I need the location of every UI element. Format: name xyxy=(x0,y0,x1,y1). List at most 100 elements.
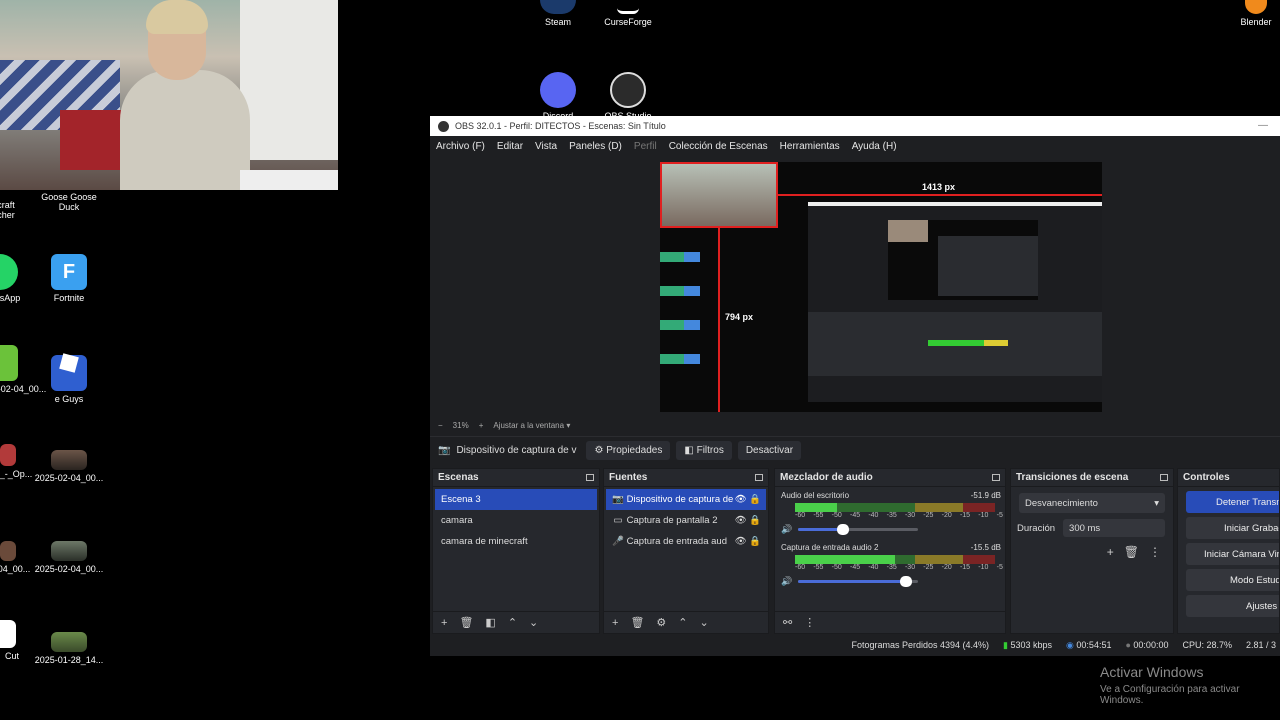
steam-icon[interactable]: Steam xyxy=(522,0,594,27)
undock-icon[interactable] xyxy=(586,474,594,481)
whatsapp-icon[interactable]: sApp xyxy=(0,254,46,303)
trash-icon[interactable]: 🗑 xyxy=(630,616,644,629)
speaker-icon[interactable]: 🔊 xyxy=(781,524,792,535)
video-file-icon[interactable]: _-_Op... xyxy=(0,444,52,479)
move-up-icon[interactable]: ⌃ xyxy=(508,616,517,629)
scene-item[interactable]: camara de minecraft xyxy=(435,531,597,552)
menu-editar[interactable]: Editar xyxy=(491,141,529,152)
source-item[interactable]: 📷 Dispositivo de captura de v 👁 🔒 xyxy=(606,489,766,510)
menu-ayuda[interactable]: Ayuda (H) xyxy=(846,141,903,152)
sources-title: Fuentes xyxy=(609,472,648,483)
audio-mixer-dock: Mezclador de audio Audio del escritorio -… xyxy=(774,468,1015,634)
filters-button[interactable]: ◧ Filtros xyxy=(676,441,732,460)
start-virtual-camera-button[interactable]: Iniciar Cámara Virtual xyxy=(1186,543,1279,565)
source-item[interactable]: ▭ Captura de pantalla 2 👁 🔒 xyxy=(606,510,766,531)
screen-capture-source[interactable] xyxy=(808,202,1102,402)
menu-perfil[interactable]: Perfil xyxy=(628,141,663,152)
trash-icon[interactable]: 🗑 xyxy=(1124,545,1139,559)
zoom-out-button[interactable]: − xyxy=(438,421,443,430)
link-icon[interactable]: ⚯ xyxy=(783,616,792,629)
trash-icon[interactable]: 🗑 xyxy=(459,616,473,629)
menu-herramientas[interactable]: Herramientas xyxy=(774,141,846,152)
lock-icon[interactable]: 🔒 xyxy=(749,536,761,547)
move-down-icon[interactable]: ⌄ xyxy=(700,616,709,629)
start-recording-button[interactable]: Iniciar Grabación xyxy=(1186,517,1279,539)
properties-button[interactable]: ⚙ Propiedades xyxy=(586,441,671,460)
stumble-guys-icon[interactable]: 2025-02-04_00... xyxy=(0,345,48,394)
stream-time: ◉ 00:54:51 xyxy=(1066,639,1112,650)
meter-tick: -45 xyxy=(849,512,861,519)
discord-icon[interactable]: ​Discord xyxy=(522,72,594,121)
selected-source-webcam[interactable] xyxy=(660,162,778,228)
move-down-icon[interactable]: ⌄ xyxy=(529,616,538,629)
meter-ticks: -60-55-50-45-40-35-30-25-20-15-10-50 xyxy=(795,564,1015,573)
record-time: ● 00:00:00 xyxy=(1125,640,1169,650)
measure-line-horizontal xyxy=(778,194,1102,196)
video-file-icon[interactable]: 04_00... xyxy=(0,541,50,574)
add-icon[interactable]: + xyxy=(1107,545,1114,559)
scene-item[interactable]: camara xyxy=(435,510,597,531)
eye-icon[interactable]: 👁 xyxy=(735,494,747,505)
menu-vista[interactable]: Vista xyxy=(529,141,563,152)
undock-icon[interactable] xyxy=(755,474,763,481)
scenes-dock: Escenas Escena 3 camara camara de minecr… xyxy=(432,468,600,634)
blender-icon[interactable]: Blender xyxy=(1220,0,1280,27)
menu-paneles[interactable]: Paneles (D) xyxy=(563,141,628,152)
menu-archivo[interactable]: Archivo (F) xyxy=(430,141,491,152)
settings-button[interactable]: Ajustes xyxy=(1186,595,1279,617)
filter-icon[interactable]: ◧ xyxy=(485,616,495,629)
add-icon[interactable]: + xyxy=(441,617,447,629)
menu-coleccion-escenas[interactable]: Colección de Escenas xyxy=(663,141,774,152)
preview-canvas[interactable]: 1413 px 794 px xyxy=(660,162,1102,412)
duration-field[interactable]: 300 ms xyxy=(1063,519,1165,537)
signal-icon: ▮ xyxy=(1003,639,1008,650)
undock-icon[interactable] xyxy=(1160,474,1168,481)
volume-slider[interactable] xyxy=(798,524,919,535)
undock-icon[interactable] xyxy=(992,474,1000,481)
meter-tick: -35 xyxy=(886,512,897,519)
scene-item[interactable]: Escena 3 xyxy=(435,489,597,510)
gear-icon[interactable]: ⚙ xyxy=(656,616,666,629)
move-up-icon[interactable]: ⌃ xyxy=(678,616,687,629)
transitions-title: Transiciones de escena xyxy=(1016,472,1129,483)
minimize-icon[interactable]: — xyxy=(1258,120,1268,131)
eye-icon[interactable]: 👁 xyxy=(735,515,747,526)
obs-window: OBS 32.0.1 - Perfil: DITECTOS - Escenas:… xyxy=(430,116,1280,656)
microphone-icon: 🎤 xyxy=(612,536,624,547)
meter-tick: -30 xyxy=(904,512,916,519)
transitions-dock: Transiciones de escena Desvanecimiento ▾ … xyxy=(1010,468,1174,634)
curseforge-icon[interactable]: CurseForge xyxy=(592,0,664,27)
eye-icon[interactable]: 👁 xyxy=(735,536,747,547)
deactivate-button[interactable]: Desactivar xyxy=(737,441,802,460)
fit-window-dropdown[interactable]: Ajustar a la ventana ▾ xyxy=(493,421,570,430)
lock-icon[interactable]: 🔒 xyxy=(749,494,761,505)
chevron-down-icon: ▾ xyxy=(1154,497,1159,509)
meter-tick: -60 xyxy=(795,564,806,571)
source-item[interactable]: 🎤 Captura de entrada aud 👁 🔒 xyxy=(606,531,766,552)
meter-tick: -40 xyxy=(868,564,879,571)
gear-icon: ⚙ xyxy=(594,445,604,456)
obs-studio-icon[interactable]: OBS Studio xyxy=(592,72,664,121)
more-icon[interactable]: ⋮ xyxy=(1149,545,1161,559)
zoom-in-button[interactable]: + xyxy=(479,421,484,430)
stop-stream-button[interactable]: Detener Transmisión xyxy=(1186,491,1279,513)
selected-source-name: Dispositivo de captura de v xyxy=(456,445,577,456)
channel-name: Audio del escritorio xyxy=(781,491,850,500)
lock-icon[interactable]: 🔒 xyxy=(749,515,761,526)
activate-windows-title: Activar Windows xyxy=(1100,664,1204,680)
title-bar[interactable]: OBS 32.0.1 - Perfil: DITECTOS - Escenas:… xyxy=(430,116,1280,136)
goose-goose-duck-icon[interactable]: Goose Goose Duck xyxy=(33,192,105,212)
meter-tick: -25 xyxy=(923,564,934,571)
transition-select[interactable]: Desvanecimiento ▾ xyxy=(1019,493,1165,513)
add-icon[interactable]: + xyxy=(612,617,618,629)
meter-tick: -10 xyxy=(978,564,989,571)
meter-tick: -30 xyxy=(904,564,916,571)
measure-line-vertical xyxy=(718,228,720,412)
studio-mode-button[interactable]: Modo Estudio xyxy=(1186,569,1279,591)
meter-tick: -5 xyxy=(996,512,1003,519)
volume-slider[interactable] xyxy=(798,576,919,587)
capcut-icon[interactable]: Cut xyxy=(0,620,48,661)
more-icon[interactable]: ⋮ xyxy=(804,616,815,629)
minecraft-launcher-icon[interactable]: craft cher xyxy=(0,200,42,220)
speaker-icon[interactable]: 🔊 xyxy=(781,576,792,587)
